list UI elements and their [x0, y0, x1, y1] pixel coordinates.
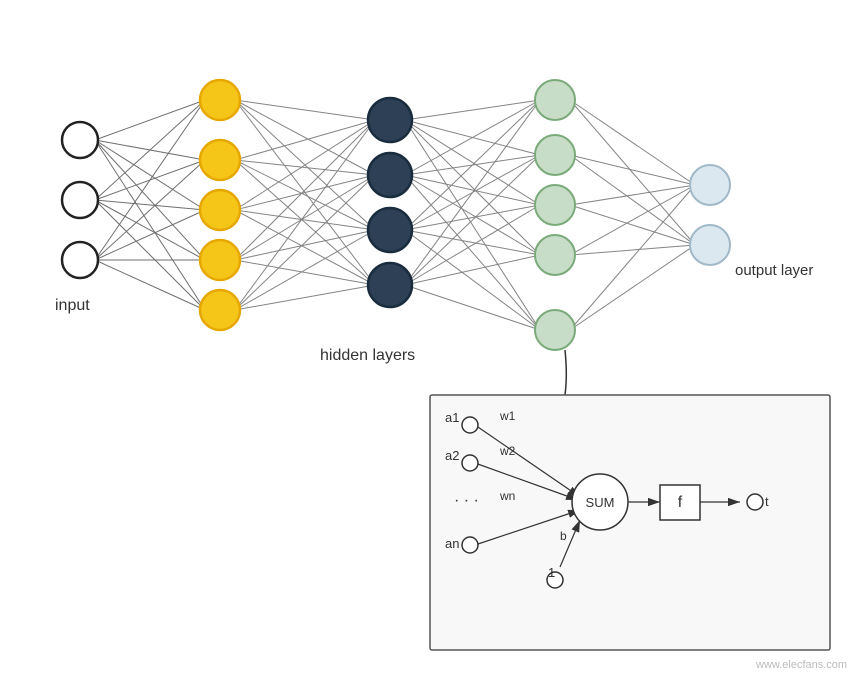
inset-wn-label: wn: [499, 489, 515, 503]
inset-dots: · · ·: [454, 492, 479, 509]
inset-a2-label: a2: [445, 448, 459, 463]
inset-output-node: [747, 494, 763, 510]
inset-a1-node: [462, 417, 478, 433]
inset-w2-label: w2: [499, 444, 516, 458]
output-layer-label: output layer: [735, 262, 813, 279]
watermark: www.elecfans.com: [755, 659, 847, 671]
inset-f-label: f: [678, 494, 683, 511]
inset-sum-label: SUM: [586, 495, 615, 510]
inset-a2-node: [462, 455, 478, 471]
inset-t-label: t: [765, 494, 769, 509]
inset-a1-label: a1: [445, 410, 459, 425]
inset-b-label: b: [560, 529, 567, 543]
inset-1-label: 1: [548, 565, 555, 580]
hidden-layers-label: hidden layers: [320, 347, 415, 364]
inset-w1-label: w1: [499, 409, 516, 423]
input-label: input: [55, 297, 90, 314]
inset-an-node: [462, 537, 478, 553]
inset-box: [430, 395, 830, 650]
inset-an-label: an: [445, 536, 459, 551]
